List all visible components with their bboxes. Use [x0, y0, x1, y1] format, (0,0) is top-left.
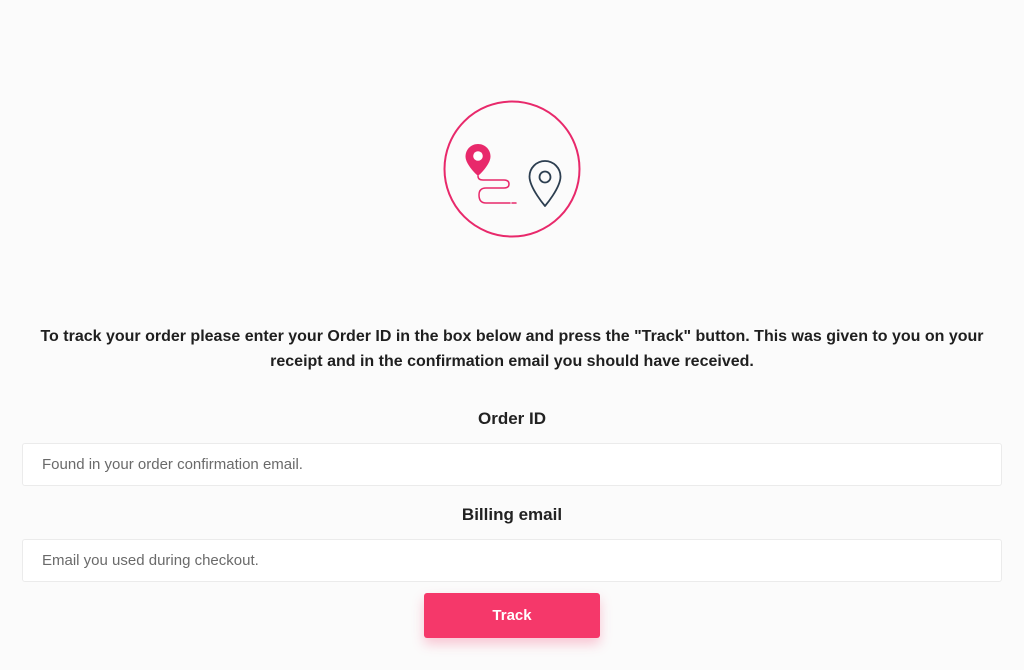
- order-id-input[interactable]: [22, 443, 1002, 486]
- billing-email-input[interactable]: [22, 539, 1002, 582]
- route-map-pins-icon: [443, 100, 581, 238]
- tracking-instructions: To track your order please enter your Or…: [40, 328, 984, 370]
- order-id-label: Order ID: [477, 409, 547, 428]
- billing-email-label: Billing email: [461, 505, 563, 524]
- track-button[interactable]: Track: [424, 593, 600, 638]
- order-tracking-page: To track your order please enter your Or…: [0, 0, 1024, 670]
